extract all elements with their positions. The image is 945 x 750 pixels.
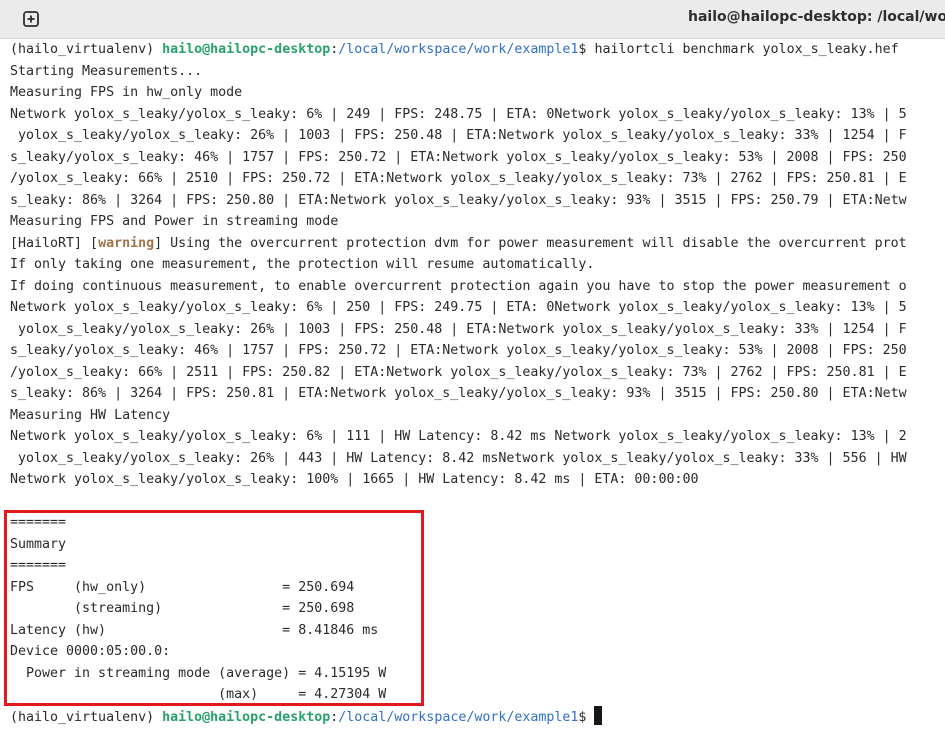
window-title: hailo@hailopc-desktop: /local/wor — [688, 9, 945, 25]
prompt-line: (hailo_virtualenv) hailo@hailopc-desktop… — [10, 705, 603, 728]
command-text: hailortcli benchmark yolox_s_leaky.hef — [594, 42, 899, 57]
output-line: If only taking one measurement, the prot… — [10, 257, 595, 272]
prompt-env: (hailo_virtualenv) — [10, 709, 163, 725]
output-line: /yolox_s_leaky: 66% | 2510 | FPS: 250.72… — [10, 171, 907, 186]
prompt-env: (hailo_virtualenv) — [10, 42, 163, 57]
output-line: Network yolox_s_leaky/yolox_s_leaky: 6% … — [10, 300, 907, 315]
output-line: Network yolox_s_leaky/yolox_s_leaky: 6% … — [10, 429, 907, 444]
terminal-window: hailo@hailopc-desktop: /local/wor (hailo… — [0, 0, 945, 750]
output-line: If doing continuous measurement, to enab… — [10, 278, 907, 294]
output-line: s_leaky: 86% | 3264 | FPS: 250.80 | ETA:… — [10, 192, 907, 208]
output-line: /yolox_s_leaky: 66% | 2511 | FPS: 250.82… — [10, 364, 907, 380]
output-line: yolox_s_leaky/yolox_s_leaky: 26% | 1003 … — [10, 128, 907, 143]
output-line: s_leaky: 86% | 3264 | FPS: 250.81 | ETA:… — [10, 386, 907, 401]
prompt-user-host: hailo@hailopc-desktop — [162, 709, 331, 725]
warning-line: [HailoRT] [warning] Using the overcurren… — [10, 233, 907, 255]
output-line: Measuring FPS in hw_only mode — [10, 85, 243, 100]
title-bar: hailo@hailopc-desktop: /local/wor — [0, 0, 945, 39]
output-line: yolox_s_leaky/yolox_s_leaky: 26% | 1003 … — [10, 321, 907, 337]
new-tab-icon — [23, 11, 39, 27]
output-line: Network yolox_s_leaky/yolox_s_leaky: 6% … — [10, 106, 907, 122]
output-line: yolox_s_leaky/yolox_s_leaky: 26% | 443 |… — [10, 450, 907, 466]
output-line: s_leaky/yolox_s_leaky: 46% | 1757 | FPS:… — [10, 149, 907, 165]
warning-message: ] Using the overcurrent protection dvm f… — [154, 235, 907, 251]
new-tab-button[interactable] — [14, 6, 48, 32]
warning-tag: warning — [98, 235, 155, 251]
prompt-symbol: $ — [578, 709, 587, 725]
output-line: Starting Measurements... — [10, 63, 203, 79]
prompt-user-host: hailo@hailopc-desktop — [162, 42, 331, 57]
text-cursor — [594, 705, 603, 725]
output-line: Measuring FPS and Power in streaming mod… — [10, 214, 339, 229]
output-line: s_leaky/yolox_s_leaky: 46% | 1757 | FPS:… — [10, 343, 907, 358]
prompt-path: /local/workspace/work/example1 — [338, 709, 579, 725]
prompt-path: /local/workspace/work/example1 — [338, 42, 579, 57]
summary-highlight-box — [4, 510, 424, 706]
prompt-symbol: $ — [578, 42, 595, 57]
prompt-line: (hailo_virtualenv) hailo@hailopc-desktop… — [10, 39, 899, 61]
output-line: Measuring HW Latency — [10, 407, 171, 423]
output-line: Network yolox_s_leaky/yolox_s_leaky: 100… — [10, 472, 699, 487]
warning-prefix: [HailoRT] [ — [10, 235, 99, 251]
